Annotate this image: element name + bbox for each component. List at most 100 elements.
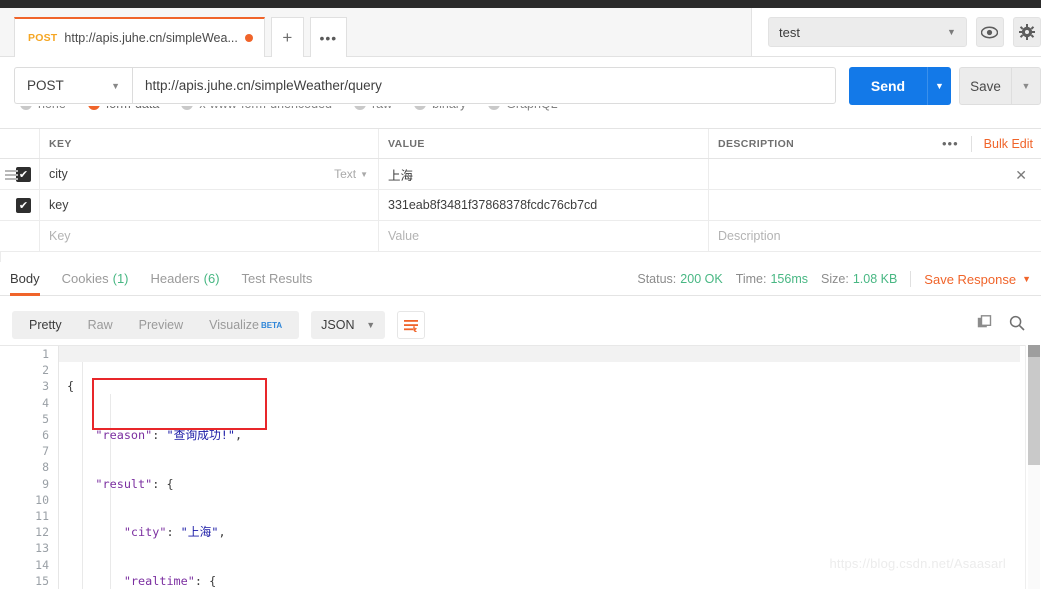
line-number-gutter: 1 2 3 4 5 6 7 8 9 10 11 12 13 14 15 <box>0 346 59 589</box>
scrollbar-thumb[interactable] <box>1028 347 1040 465</box>
body-type-graphql[interactable]: GraphQL <box>488 106 558 111</box>
status-label: Status: <box>637 272 677 286</box>
tab-headers[interactable]: Headers (6) <box>151 262 220 296</box>
postman-window: POST http://apis.juhe.cn/simpleWea... + … <box>0 0 1041 589</box>
line-number: 14 <box>35 557 49 572</box>
time-label: Time: <box>735 272 767 286</box>
environment-selected-label: test <box>779 24 800 40</box>
response-body-code-viewer[interactable]: 1 2 3 4 5 6 7 8 9 10 11 12 13 14 15 { "r… <box>0 345 1041 589</box>
line-number: 9 <box>42 476 49 491</box>
word-wrap-button[interactable] <box>397 311 426 339</box>
header-gutter <box>0 129 40 158</box>
table-row[interactable]: ✔ key 331eab8f3481f37868378fcdc76cb7cd <box>0 190 1041 221</box>
response-format-value: JSON <box>321 318 355 332</box>
row-checkbox[interactable]: ✔ <box>16 166 31 182</box>
viewer-mode-visualize[interactable]: Visualize BETA <box>196 311 295 339</box>
line-number: 4 <box>42 395 49 410</box>
table-header-row: KEY VALUE DESCRIPTION ••• Bulk Edit <box>0 128 1041 159</box>
radio-icon <box>488 106 501 110</box>
radio-icon <box>181 106 194 110</box>
table-options-button[interactable]: ••• <box>942 136 959 151</box>
tab-test-results[interactable]: Test Results <box>242 262 313 296</box>
bulk-edit-button[interactable]: Bulk Edit <box>984 137 1033 151</box>
body-type-urlencoded[interactable]: x-www-form-urlencoded <box>181 106 332 111</box>
search-button[interactable] <box>1009 315 1025 336</box>
viewer-mode-preview[interactable]: Preview <box>126 311 196 339</box>
tab-body[interactable]: Body <box>10 262 40 296</box>
size-value: 1.08 KB <box>852 272 898 286</box>
line-number: 8 <box>42 460 49 475</box>
send-options-button[interactable]: ▼ <box>927 67 951 105</box>
line-number: 12 <box>35 525 49 540</box>
status-value: 200 OK <box>680 272 723 286</box>
json-code-content[interactable]: { "reason": "查询成功!", "result": { "city":… <box>59 346 1020 589</box>
body-type-form-data[interactable]: form-data <box>87 106 159 111</box>
table-header-actions: ••• Bulk Edit <box>942 128 1033 159</box>
cell-description-placeholder[interactable]: Description <box>709 221 1041 251</box>
line-number: 1 <box>42 347 49 361</box>
header-cell-key: KEY <box>40 129 379 158</box>
row-checkbox[interactable]: ✔ <box>16 197 31 213</box>
cell-value[interactable]: 331eab8f3481f37868378fcdc76cb7cd <box>379 190 709 220</box>
gear-icon <box>1018 24 1035 40</box>
copy-icon <box>977 315 992 328</box>
value-type-select[interactable]: Text ▼ <box>334 167 368 181</box>
cell-value-placeholder[interactable]: Value <box>379 221 709 251</box>
copy-button[interactable] <box>977 315 992 335</box>
new-tab-button[interactable]: + <box>270 17 304 57</box>
environment-quick-look-button[interactable] <box>975 17 1004 47</box>
settings-button[interactable] <box>1012 17 1041 47</box>
radio-icon <box>354 106 366 110</box>
header-cell-value: VALUE <box>379 129 709 158</box>
body-type-label: GraphQL <box>506 106 557 111</box>
watermark: https://blog.csdn.net/Asaasarl <box>829 556 1006 571</box>
response-meta: Status: 200 OK Time: 156ms Size: 1.08 KB… <box>637 262 1031 296</box>
title-bar-strip <box>0 0 1041 8</box>
code-line: "result": { <box>95 476 174 491</box>
delete-row-button[interactable]: ✕ <box>1015 167 1027 184</box>
body-type-label: none <box>38 106 66 111</box>
eye-icon <box>981 26 999 38</box>
viewer-mode-pretty[interactable]: Pretty <box>16 311 75 339</box>
code-line: "city": "上海", <box>123 525 226 540</box>
request-url-input[interactable]: http://apis.juhe.cn/simpleWeather/query <box>132 67 836 104</box>
cell-key[interactable]: key <box>40 190 379 220</box>
chevron-down-icon: ▼ <box>366 320 376 330</box>
viewer-actions <box>977 315 1025 336</box>
save-response-button[interactable]: Save Response ▼ <box>924 272 1031 287</box>
tab-url-label: http://apis.juhe.cn/simpleWea... <box>64 31 238 45</box>
tab-method-label: POST <box>28 32 58 44</box>
cell-key[interactable]: city Text ▼ <box>40 159 379 189</box>
tab-options-button[interactable]: ••• <box>309 17 347 57</box>
cell-value[interactable]: 上海 <box>379 159 709 189</box>
request-url-bar: POST ▼ http://apis.juhe.cn/simpleWeather… <box>0 57 1041 113</box>
body-type-none[interactable]: none <box>20 106 66 111</box>
body-type-binary[interactable]: binary <box>414 106 466 111</box>
drag-handle-icon[interactable] <box>5 170 18 182</box>
environment-select[interactable]: test ▼ <box>768 17 967 47</box>
chevron-down-icon: ▼ <box>1022 274 1031 284</box>
save-request-button[interactable]: Save <box>959 67 1011 105</box>
http-method-select[interactable]: POST ▼ <box>14 67 132 104</box>
save-options-button[interactable]: ▼ <box>1011 67 1041 105</box>
line-number: 5 <box>42 411 49 426</box>
code-vertical-scrollbar[interactable] <box>1025 345 1041 589</box>
table-row[interactable]: ✔ city Text ▼ 上海 ✕ <box>0 159 1041 190</box>
send-button[interactable]: Send <box>849 67 927 105</box>
response-format-select[interactable]: JSON ▼ <box>311 311 386 339</box>
params-table: KEY VALUE DESCRIPTION ••• Bulk Edit ✔ ci… <box>0 128 1041 252</box>
time-value: 156ms <box>770 272 809 286</box>
viewer-mode-raw[interactable]: Raw <box>75 311 126 339</box>
body-type-label: binary <box>432 106 466 111</box>
body-type-label: raw <box>372 106 392 111</box>
line-number: 3 <box>42 379 49 394</box>
code-line: "realtime": { <box>123 573 217 588</box>
cell-key-placeholder[interactable]: Key <box>40 221 379 251</box>
table-row-empty[interactable]: Key Value Description <box>0 221 1041 252</box>
tab-cookies[interactable]: Cookies (1) <box>62 262 129 296</box>
cell-description[interactable] <box>709 159 1041 189</box>
cell-description[interactable] <box>709 190 1041 220</box>
request-tab[interactable]: POST http://apis.juhe.cn/simpleWea... <box>14 17 265 57</box>
body-type-raw[interactable]: raw <box>354 106 392 111</box>
code-line: { <box>67 379 75 394</box>
